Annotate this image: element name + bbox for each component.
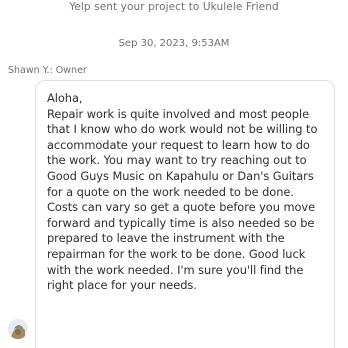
message-sender: Shawn Y.: Owner [8, 65, 87, 76]
message-thread: Yelp sent your project to Ukulele Friend… [0, 0, 348, 348]
user-avatar-icon[interactable] [8, 319, 28, 339]
message-bubble: Aloha, Repair work is quite involved and… [35, 80, 335, 348]
message-timestamp: Sep 30, 2023, 9:53AM [118, 38, 230, 49]
system-note: Yelp sent your project to Ukulele Friend [69, 1, 279, 13]
